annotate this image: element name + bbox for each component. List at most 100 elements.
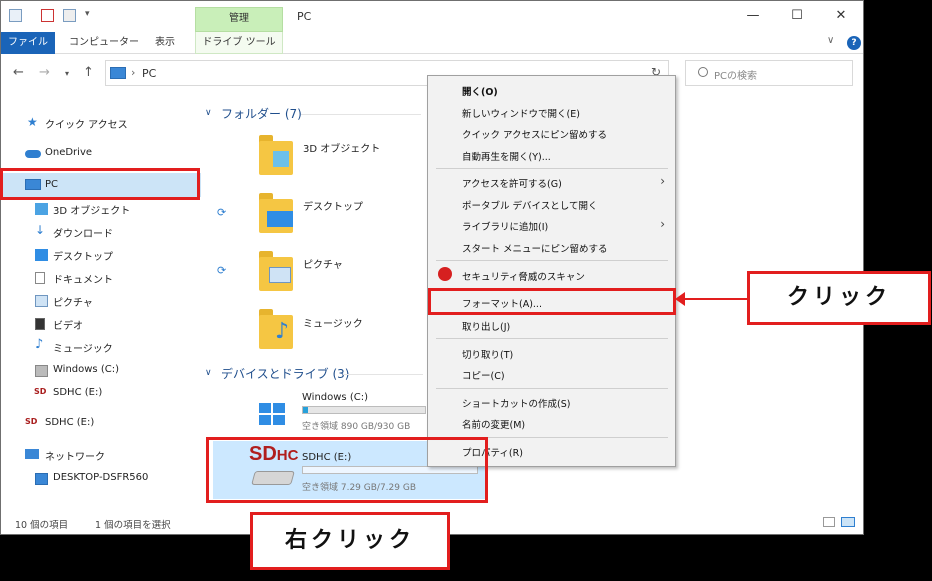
collapse-folders-icon[interactable]: ∨ [205,108,212,118]
menu-separator [436,260,668,261]
folder-label[interactable]: デスクトップ [303,198,363,213]
quick-access-dropdown-icon[interactable]: ▾ [85,9,90,19]
menu-item-cut[interactable]: 切り取り(T) [462,347,513,361]
menu-item-add-library[interactable]: ライブラリに追加(I) [462,219,548,233]
nav-windows-c[interactable]: Windows (C:) [1,360,201,382]
nav-sdhc-e[interactable]: SD SDHC (E:) [1,383,201,405]
up-arrow-icon[interactable]: ↑ [83,65,94,80]
back-arrow-icon[interactable]: ← [13,65,24,80]
item-count: 10 個の項目 [15,520,69,531]
drive-label[interactable]: Windows (C:) [302,392,368,403]
folders-group-header[interactable]: フォルダー (7) [221,105,302,122]
details-view-icon[interactable] [823,517,835,527]
nav-network[interactable]: ネットワーク [1,444,201,466]
nav-desktop-computer[interactable]: DESKTOP-DSFR560 [1,468,201,490]
devices-group-header[interactable]: デバイスとドライブ (3) [221,365,349,382]
nav-label: ネットワーク [45,452,105,463]
tab-view[interactable]: 表示 [155,32,175,54]
group-divider [343,374,423,375]
download-icon: ↓ [35,223,46,237]
nav-onedrive[interactable]: OneDrive [1,143,201,165]
folder-icon[interactable] [259,135,293,175]
search-icon [698,67,708,77]
nav-quick-access[interactable]: ★ クイック アクセス [1,112,201,134]
nav-label: SDHC (E:) [53,387,103,398]
pc-icon [110,67,126,79]
menu-item-rename[interactable]: 名前の変更(M) [462,417,525,431]
new-folder-icon[interactable] [63,9,76,22]
menu-separator [436,388,668,389]
pc-app-icon [9,9,22,22]
picture-icon [35,295,48,307]
tab-computer[interactable]: コンピューター [69,32,139,54]
menu-item-create-shortcut[interactable]: ショートカットの作成(S) [462,396,570,410]
breadcrumb-pc[interactable]: PC [142,67,156,80]
windows-drive-icon[interactable] [253,401,293,431]
tab-drive-tools[interactable]: ドライブ ツール [195,32,283,54]
network-icon [25,449,39,459]
properties-icon[interactable] [41,9,54,22]
large-icons-view-icon[interactable] [841,517,855,527]
menu-item-open-new-window[interactable]: 新しいウィンドウで開く(E) [462,106,580,120]
menu-item-pin-quick-access[interactable]: クイック アクセスにピン留めする [462,127,607,141]
submenu-arrow-icon: › [660,217,665,231]
computer-icon [35,473,48,485]
help-icon[interactable]: ? [847,36,861,50]
expand-ribbon-icon[interactable]: ∨ [827,35,834,46]
video-icon [35,318,45,330]
picture-icon [269,267,291,283]
click-callout: クリック [747,271,931,325]
minimize-button[interactable]: — [743,7,763,25]
forward-arrow-icon[interactable]: → [39,65,50,80]
menu-item-portable-device[interactable]: ポータブル デバイスとして開く [462,198,597,212]
nav-3d-objects[interactable]: 3D オブジェクト [1,198,201,220]
collapse-devices-icon[interactable]: ∨ [205,368,212,378]
menu-item-open[interactable]: 開く(O) [462,84,498,98]
maximize-button[interactable]: ☐ [787,7,807,25]
security-scan-icon [438,267,452,281]
nav-documents[interactable]: ドキュメント [1,267,201,289]
music-icon: ♪ [35,337,44,352]
nav-label: ビデオ [53,321,83,332]
folder-label[interactable]: 3D オブジェクト [303,140,380,155]
highlight-sdhc-drive [206,437,488,503]
tab-file[interactable]: ファイル [1,32,55,54]
menu-item-eject[interactable]: 取り出し(J) [462,319,510,333]
nav-pictures[interactable]: ピクチャ [1,290,201,312]
star-icon: ★ [27,115,38,129]
drive-usage-bar [302,406,426,414]
close-button[interactable]: ✕ [831,7,851,25]
breadcrumb-chevron-icon[interactable]: › [131,66,135,79]
folder-icon[interactable] [259,193,293,233]
menu-item-pin-start[interactable]: スタート メニューにピン留めする [462,241,608,255]
menu-item-give-access[interactable]: アクセスを許可する(G) [462,176,562,190]
search-input[interactable]: PCの検索 [685,60,853,86]
drive-usage-fill [303,407,308,413]
nav-music[interactable]: ♪ ミュージック [1,336,201,358]
highlight-pc [0,168,200,200]
windows-drive-icon [35,365,48,377]
folder-label[interactable]: ピクチャ [303,256,343,271]
desktop-icon [35,249,48,261]
nav-desktop[interactable]: デスクトップ [1,244,201,266]
group-divider [301,114,421,115]
cloud-icon [25,150,41,158]
nav-videos[interactable]: ビデオ [1,313,201,335]
menu-item-autoplay[interactable]: 自動再生を開く(Y)... [462,149,551,163]
nav-label: ドキュメント [53,275,113,286]
nav-downloads[interactable]: ↓ ダウンロード [1,221,201,243]
recent-dropdown-icon[interactable]: ▾ [65,69,69,78]
folder-icon[interactable]: ♪ [259,309,293,349]
music-icon: ♪ [275,319,290,344]
menu-item-security-scan[interactable]: セキュリティ脅威のスキャン [462,269,585,283]
search-placeholder: PCの検索 [714,71,758,82]
callout-arrow-head-icon [675,292,685,306]
nav-sdhc-e-root[interactable]: SD SDHC (E:) [1,413,201,435]
nav-label: ダウンロード [53,229,113,240]
menu-separator [436,338,668,339]
nav-label: クイック アクセス [45,120,128,131]
drive-space-text: 空き領域 890 GB/930 GB [302,422,411,432]
folder-label[interactable]: ミュージック [303,315,363,330]
menu-item-copy[interactable]: コピー(C) [462,368,505,382]
folder-icon[interactable] [259,251,293,291]
